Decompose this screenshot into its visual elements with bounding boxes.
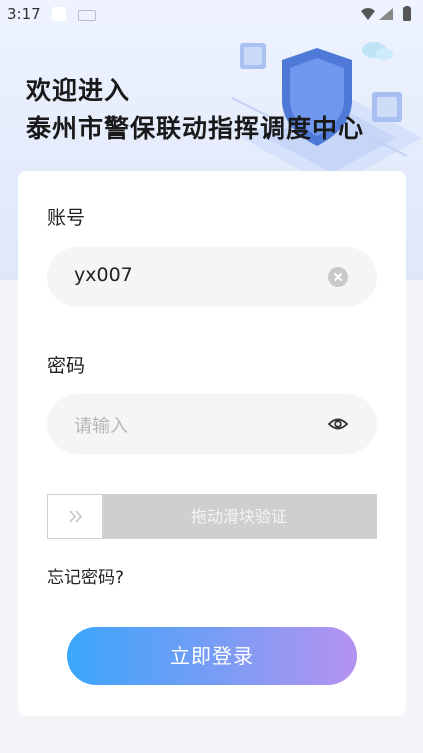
login-card: 账号 yx007 密码 请输入 拖动滑块验证 忘记密码? 立即登录 [18,171,406,716]
status-bar: 3:17 [0,0,423,28]
password-field[interactable]: 请输入 [47,394,377,454]
eye-icon[interactable] [327,414,349,434]
notification-icon [52,7,66,21]
welcome-title: 欢迎进入 泰州市警保联动指挥调度中心 [26,72,364,148]
password-input[interactable]: 请输入 [74,412,128,438]
password-label: 密码 [47,355,86,377]
account-input[interactable]: yx007 [74,264,133,286]
double-chevron-right-icon [69,510,83,523]
clear-icon[interactable] [328,267,348,287]
status-time: 3:17 [7,5,41,23]
slider-handle[interactable] [47,494,103,539]
login-button[interactable]: 立即登录 [67,627,357,685]
wifi-icon [361,8,375,20]
welcome-line-1: 欢迎进入 [26,76,131,105]
battery-icon [403,7,411,21]
keyboard-icon [78,10,96,21]
slide-verify[interactable]: 拖动滑块验证 [47,494,377,539]
signal-icon [379,8,393,20]
slider-text: 拖动滑块验证 [190,507,287,526]
welcome-line-2: 泰州市警保联动指挥调度中心 [26,114,365,143]
account-label: 账号 [47,207,86,229]
forgot-password-link[interactable]: 忘记密码? [47,563,124,588]
status-icons [361,6,411,21]
account-field[interactable]: yx007 [47,247,377,307]
